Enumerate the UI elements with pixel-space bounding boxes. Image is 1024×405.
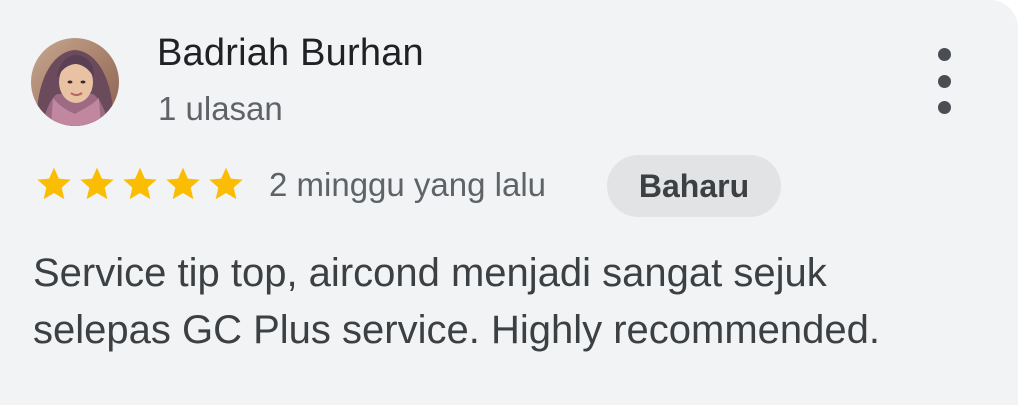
more-options-button[interactable] <box>922 48 966 114</box>
star-icon <box>209 167 243 200</box>
review-time: 2 minggu yang lalu <box>269 166 547 203</box>
review-text: Service tip top, aircond menjadi sangat … <box>33 245 993 359</box>
avatar[interactable] <box>31 38 119 126</box>
avatar-image <box>31 38 119 126</box>
star-icon <box>80 167 114 200</box>
more-vertical-icon <box>937 101 951 114</box>
star-icon <box>123 167 157 200</box>
review-text-line: selepas GC Plus service. Highly recommen… <box>33 308 881 352</box>
star-rating <box>33 164 247 204</box>
review-card: Badriah Burhan 1 ulasan 2 minggu yang la… <box>0 0 1018 405</box>
more-vertical-icon <box>937 74 951 88</box>
review-text-line: Service tip top, aircond menjadi sangat … <box>33 251 827 295</box>
author-name[interactable]: Badriah Burhan <box>157 32 424 75</box>
new-badge: Baharu <box>607 155 781 217</box>
more-vertical-icon <box>937 48 951 61</box>
review-count: 1 ulasan <box>158 90 283 127</box>
star-icon <box>37 167 71 200</box>
star-icon <box>166 167 200 200</box>
